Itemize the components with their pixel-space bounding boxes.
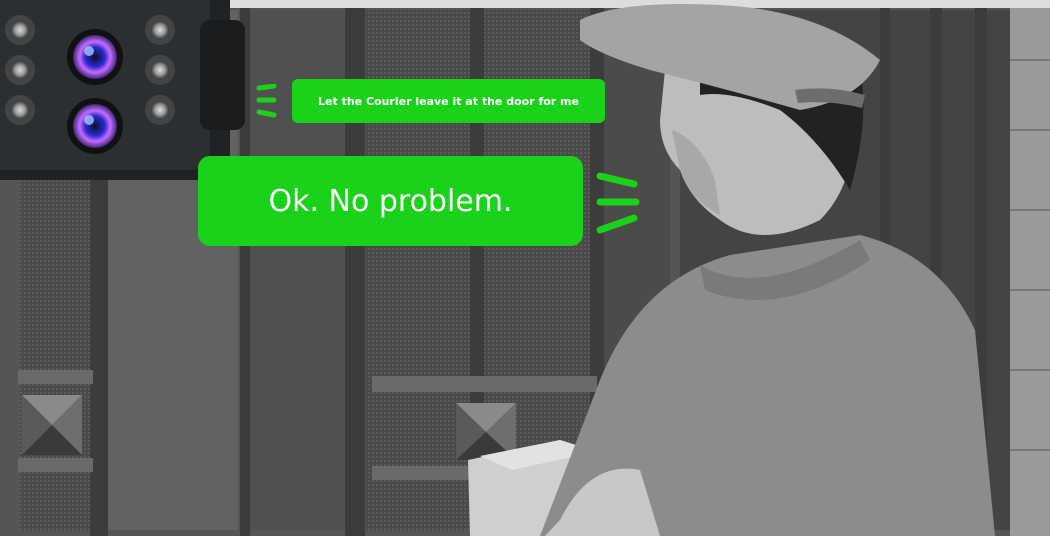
courier-reply-bubble: Ok. No problem. (198, 156, 583, 246)
sound-wave-icon (256, 84, 277, 118)
owner-message-bubble: Let the Courier leave it at the door for… (292, 79, 605, 123)
doorbell-camera-icon (0, 0, 245, 180)
doorbell-scene: Let the Courier leave it at the door for… (0, 0, 1050, 536)
sound-wave-icon (596, 172, 640, 234)
